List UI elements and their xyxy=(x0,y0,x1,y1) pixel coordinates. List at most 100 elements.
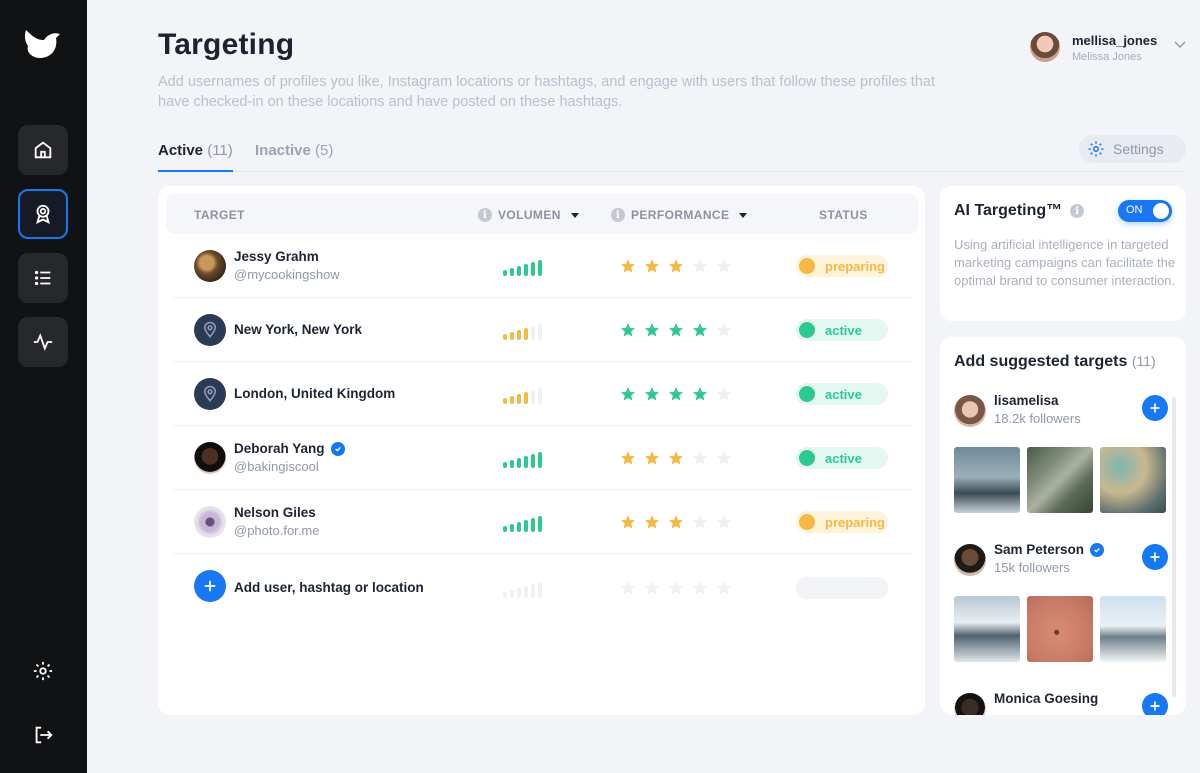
info-icon[interactable]: i xyxy=(611,208,625,222)
user-full-name: Melissa Jones xyxy=(1072,51,1142,63)
photo-thumbnail[interactable] xyxy=(1027,447,1093,513)
header-status: STATUS xyxy=(819,208,868,222)
verified-badge-icon xyxy=(1090,542,1105,557)
volume-bar xyxy=(503,270,507,276)
volume-bar xyxy=(517,266,521,276)
settings-button[interactable]: Settings xyxy=(1079,135,1186,163)
table-row[interactable]: Nelson Giles @photo.for.me preparing xyxy=(172,490,912,554)
user-menu[interactable]: mellisa_jones Melissa Jones xyxy=(1030,32,1190,66)
table-header: TARGET i VOLUMEN i PERFORMANCE STATUS xyxy=(166,194,918,234)
tab-inactive[interactable]: Inactive (5) xyxy=(255,142,333,159)
star-icon xyxy=(669,323,683,337)
target-name-text: Deborah Yang xyxy=(234,441,325,456)
volume-bar xyxy=(510,332,514,340)
rating-placeholder xyxy=(620,580,732,596)
sidebar-item-activity[interactable] xyxy=(18,317,68,367)
ai-targeting-title-text: AI Targeting™ xyxy=(954,202,1063,219)
volume-bar xyxy=(510,268,514,276)
tab-active[interactable]: Active (11) xyxy=(158,142,233,172)
target-name-text: Jessy Grahm xyxy=(234,249,319,264)
volume-bar xyxy=(517,522,521,532)
volume-bars xyxy=(503,514,542,532)
avatar xyxy=(1030,32,1060,62)
star-icon xyxy=(645,323,659,337)
volume-bar xyxy=(524,392,528,404)
info-icon[interactable]: i xyxy=(1070,204,1085,218)
target-name: London, United Kingdom xyxy=(234,386,395,401)
list-icon xyxy=(34,270,51,286)
table-row[interactable]: New York, New York active xyxy=(172,298,912,362)
table-row[interactable]: Jessy Grahm @mycookingshow preparing xyxy=(172,234,912,298)
status-badge[interactable]: preparing xyxy=(796,511,888,533)
logout-icon xyxy=(35,726,53,744)
star-icon xyxy=(669,515,683,529)
photo-thumbnail[interactable] xyxy=(1027,596,1093,662)
suggested-user-followers: 15k followers xyxy=(994,560,1070,575)
header-performance[interactable]: i PERFORMANCE xyxy=(611,208,748,222)
status-badge[interactable]: active xyxy=(796,319,888,341)
suggested-user: lisamelisa 18.2k followers xyxy=(954,391,1174,431)
sidebar-item-home[interactable] xyxy=(18,125,68,175)
target-name: Jessy Grahm xyxy=(234,249,319,264)
star-icon xyxy=(693,387,707,401)
add-target-button[interactable] xyxy=(194,570,226,602)
gear-icon xyxy=(1088,141,1104,157)
star-icon xyxy=(621,515,635,529)
photo-thumbnail[interactable] xyxy=(1100,596,1166,662)
status-label: active xyxy=(825,386,862,402)
suggested-targets-card: Add suggested targets (11) lisamelisa 18… xyxy=(940,337,1186,715)
photo-thumbnail[interactable] xyxy=(954,596,1020,662)
table-row[interactable]: London, United Kingdom active xyxy=(172,362,912,426)
star-icon xyxy=(621,581,635,595)
photo-thumbnail[interactable] xyxy=(954,447,1020,513)
avatar xyxy=(194,506,226,538)
star-icon xyxy=(669,259,683,273)
add-target-label: Add user, hashtag or location xyxy=(234,580,424,595)
volume-bar xyxy=(517,458,521,468)
volume-bar xyxy=(503,592,507,598)
volume-bar xyxy=(510,590,514,598)
volume-bar xyxy=(510,460,514,468)
location-pin-icon xyxy=(194,314,226,346)
settings-button[interactable] xyxy=(30,658,56,684)
volume-bars xyxy=(503,322,542,340)
photo-thumbnail[interactable] xyxy=(1100,447,1166,513)
volume-bar xyxy=(538,324,542,340)
target-name-text: New York, New York xyxy=(234,322,363,337)
logout-button[interactable] xyxy=(30,722,56,748)
targets-table: TARGET i VOLUMEN i PERFORMANCE STATUS Jess… xyxy=(158,186,925,715)
sidebar-item-list[interactable] xyxy=(18,253,68,303)
star-icon xyxy=(693,581,707,595)
volume-bar xyxy=(531,584,535,598)
page-description: Add usernames of profiles you like, Inst… xyxy=(158,74,935,110)
status-dot xyxy=(799,322,815,338)
star-icon xyxy=(669,581,683,595)
sidebar-item-targeting[interactable] xyxy=(18,189,68,239)
info-icon[interactable]: i xyxy=(478,208,492,222)
toggle-knob xyxy=(1153,203,1169,219)
status-dot xyxy=(799,386,815,402)
plus-icon xyxy=(1150,701,1160,711)
bird-logo-icon[interactable] xyxy=(24,26,62,60)
volume-bar xyxy=(503,398,507,404)
ai-targeting-card: AI Targeting™ i ON Using artificial intel… xyxy=(940,186,1186,321)
suggested-user-name-text: Monica Goesing xyxy=(994,691,1099,706)
header-volume[interactable]: i VOLUMEN xyxy=(478,208,579,222)
add-suggested-button[interactable] xyxy=(1142,395,1168,421)
plus-icon xyxy=(204,580,216,592)
volume-bar xyxy=(524,328,528,340)
status-dot xyxy=(799,450,815,466)
add-target-row[interactable]: Add user, hashtag or location xyxy=(172,556,912,620)
home-icon xyxy=(34,141,52,159)
add-suggested-button[interactable] xyxy=(1142,544,1168,570)
scrollbar[interactable] xyxy=(1172,397,1176,697)
table-row[interactable]: Deborah Yang @bakingiscool active xyxy=(172,426,912,490)
header-performance-label: PERFORMANCE xyxy=(631,208,730,222)
add-suggested-button[interactable] xyxy=(1142,693,1168,715)
ai-targeting-toggle[interactable]: ON xyxy=(1118,200,1172,222)
status-badge[interactable]: active xyxy=(796,383,888,405)
status-badge[interactable]: active xyxy=(796,447,888,469)
tab-count: (11) xyxy=(207,142,233,159)
suggested-user-name-text: lisamelisa xyxy=(994,393,1059,408)
status-badge[interactable]: preparing xyxy=(796,255,888,277)
